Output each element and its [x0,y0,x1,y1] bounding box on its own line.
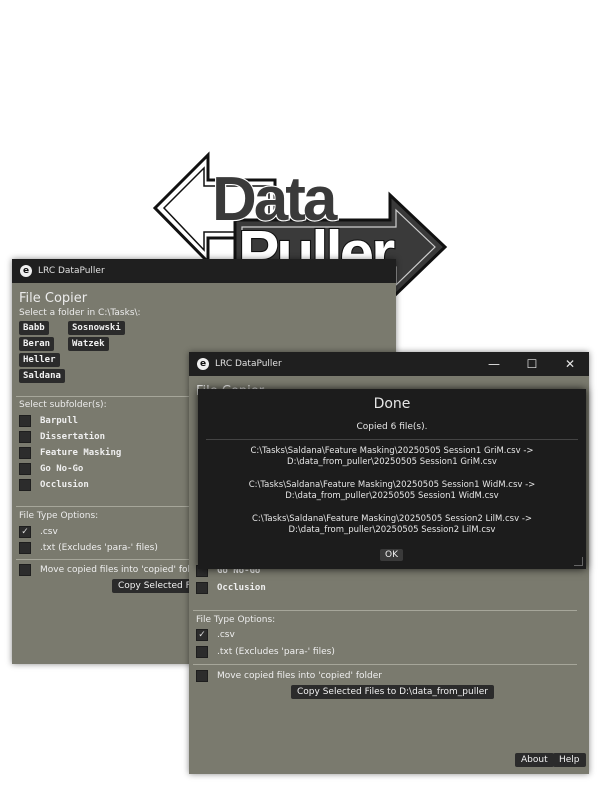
copy-status: Copied 6 file(s). [356,422,428,432]
window-title: LRC DataPuller [38,266,105,276]
copy-button[interactable]: Copy Selected Files to D:\data_from_pull… [291,685,494,699]
copied-file-entry: C:\Tasks\Saldana\Feature Masking\2025050… [251,514,533,535]
back-titlebar[interactable]: e LRC DataPuller [12,259,396,283]
check-icon[interactable]: ✓ [196,629,208,641]
folder-chip-beran[interactable]: Beran [19,337,55,351]
subfolder-occlusion[interactable]: Occlusion [19,479,89,491]
minimize-icon[interactable]: — [475,352,513,376]
checkbox[interactable] [19,479,31,491]
folder-chip-heller[interactable]: Heller [19,353,60,367]
divider [193,610,577,611]
checkbox[interactable] [19,447,31,459]
subfolder-feature-masking[interactable]: Feature Masking [19,447,121,459]
folder-chip-sosnowski[interactable]: Sosnowski [68,321,125,335]
move-option[interactable]: Move copied files into 'copied' folder [196,670,382,682]
file-type-label: File Type Options: [19,511,99,521]
help-button[interactable]: Help [553,753,586,767]
folder-chip-babb[interactable]: Babb [19,321,49,335]
done-dialog: Done Copied 6 file(s). C:\Tasks\Saldana\… [198,389,586,569]
copied-file-entry: C:\Tasks\Saldana\Feature Masking\2025050… [248,480,536,501]
checkbox[interactable] [19,463,31,475]
checkbox[interactable] [196,582,208,594]
app-icon: e [20,265,32,277]
resize-grip-icon[interactable] [574,557,583,566]
folder-prompt: Select a folder in C:\Tasks\: [19,308,141,318]
divider [206,439,578,440]
checkbox[interactable] [19,542,31,554]
window-title: LRC DataPuller [215,359,282,369]
ok-button[interactable]: OK [380,549,403,561]
about-button[interactable]: About [515,753,554,767]
txt-option[interactable]: .txt (Excludes 'para-' files) [19,542,158,554]
file-type-label: File Type Options: [196,615,276,625]
divider [193,664,577,665]
subfolder-prompt: Select subfolder(s): [19,400,107,410]
folder-chip-saldana[interactable]: Saldana [19,369,65,383]
close-icon[interactable]: ✕ [551,352,589,376]
checkbox[interactable] [19,415,31,427]
move-option[interactable]: Move copied files into 'copied' folder [19,564,205,576]
csv-option[interactable]: ✓ .csv [196,629,235,641]
dialog-title: Done [373,396,411,412]
front-titlebar[interactable]: e LRC DataPuller — ☐ ✕ [189,352,589,376]
folder-chip-watzek[interactable]: Watzek [68,337,109,351]
app-icon: e [197,358,209,370]
window-controls: — ☐ ✕ [475,352,589,376]
txt-option[interactable]: .txt (Excludes 'para-' files) [196,646,335,658]
checkbox[interactable] [19,431,31,443]
subfolder-dissertation[interactable]: Dissertation [19,431,105,443]
subfolder-barpull[interactable]: Barpull [19,415,78,427]
csv-option[interactable]: ✓ .csv [19,526,58,538]
subfolder-go-no-go[interactable]: Go No-Go [19,463,83,475]
checkbox[interactable] [196,646,208,658]
checkbox[interactable] [196,670,208,682]
subfolder-occlusion[interactable]: Occlusion [196,582,266,594]
copied-file-entry: C:\Tasks\Saldana\Feature Masking\2025050… [250,446,534,467]
section-title: File Copier [19,291,88,306]
checkbox[interactable] [19,564,31,576]
check-icon[interactable]: ✓ [19,526,31,538]
maximize-icon[interactable]: ☐ [513,352,551,376]
